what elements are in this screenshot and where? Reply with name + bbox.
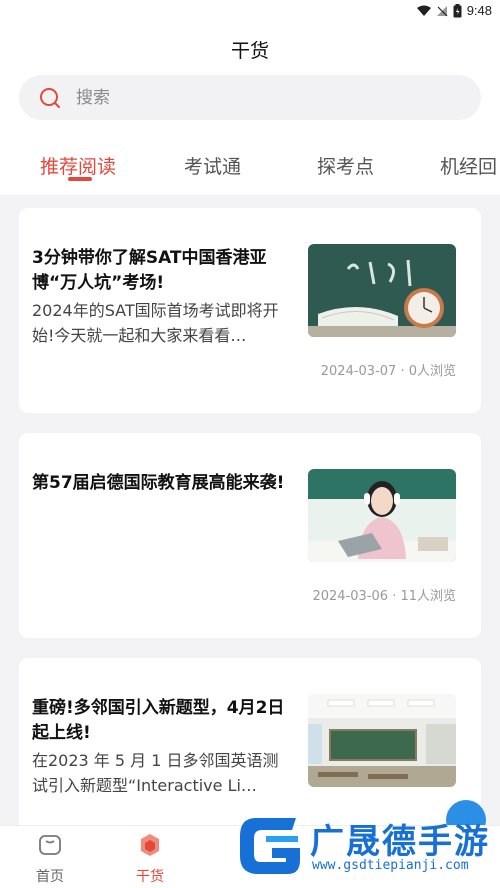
status-icons: 9:48 [416, 3, 492, 18]
site-watermark: 广晟德手游 www.gsdtiepianji.com [228, 810, 500, 888]
article-meta: 2024-03-07 · 0人浏览 [321, 360, 456, 379]
article-date: 2024-03-07 [320, 364, 397, 379]
battery-icon [453, 3, 462, 17]
article-views: 11人浏览 [400, 589, 456, 604]
nav-label: 首页 [36, 869, 64, 885]
status-bar: 9:48 [0, 0, 500, 22]
articles-icon [141, 834, 159, 856]
tab-exam-pass[interactable]: 考试通 [184, 152, 241, 179]
search-icon [40, 87, 60, 108]
article-card[interactable]: 重磅!多邻国引入新题型，4月2日起上线! 在2023 年 5 月 1 日多邻国英… [19, 658, 481, 825]
article-summary: 2024年的SAT国际首场考试即将开始!今天就一起和大家来看看… [32, 301, 279, 345]
home-icon [39, 835, 61, 855]
watermark-logo [240, 818, 300, 874]
active-tab-indicator [68, 177, 92, 181]
article-card[interactable]: 第57届启德国际教育展高能来袭! 2024-03-06 · 11人浏览 [19, 433, 481, 638]
tab-recommended[interactable]: 推荐阅读 [40, 152, 116, 179]
wifi-icon [416, 5, 431, 16]
article-thumbnail-classroom [308, 694, 456, 787]
article-title: 第57届启德国际教育展高能来袭! [32, 473, 285, 493]
watermark-title: 广晟德手游 [310, 822, 490, 862]
nav-item-articles[interactable]: 干货 [120, 832, 180, 886]
nav-item-home[interactable]: 首页 [20, 832, 80, 886]
article-card[interactable]: 3分钟带你了解SAT中国香港亚博“万人坑”考场! 2024年的SAT国际首场考试… [19, 208, 481, 413]
nav-label: 干货 [136, 869, 164, 885]
meta-separator: · [400, 364, 409, 379]
tab-explore-centers[interactable]: 探考点 [317, 152, 374, 179]
search-bar[interactable] [19, 75, 481, 120]
article-meta: 2024-03-06 · 11人浏览 [312, 585, 456, 604]
article-feed[interactable]: 3分钟带你了解SAT中国香港亚博“万人坑”考场! 2024年的SAT国际首场考试… [0, 195, 500, 825]
tab-bar: 推荐阅读 考试通 探考点 机经回 [0, 146, 500, 186]
article-date: 2024-03-06 [312, 589, 389, 604]
article-thumbnail-chalkboard [308, 244, 456, 337]
article-thumbnail-student [308, 469, 456, 562]
watermark-url: www.gsdtiepianji.com [312, 858, 469, 873]
no-signal-icon [436, 5, 448, 16]
status-time: 9:48 [466, 3, 492, 18]
article-title: 重磅!多邻国引入新题型，4月2日起上线! [32, 698, 285, 743]
article-title: 3分钟带你了解SAT中国香港亚博“万人坑”考场! [32, 248, 267, 293]
header: 干货 推荐阅读 考试通 探考点 机经回 [0, 22, 500, 195]
page-title: 干货 [230, 40, 269, 62]
search-input[interactable] [76, 87, 436, 108]
article-summary: 在2023 年 5 月 1 日多邻国英语测试引入新题型“Interactive … [32, 751, 279, 795]
article-views: 0人浏览 [408, 364, 456, 379]
tab-past-questions[interactable]: 机经回 [440, 152, 497, 179]
